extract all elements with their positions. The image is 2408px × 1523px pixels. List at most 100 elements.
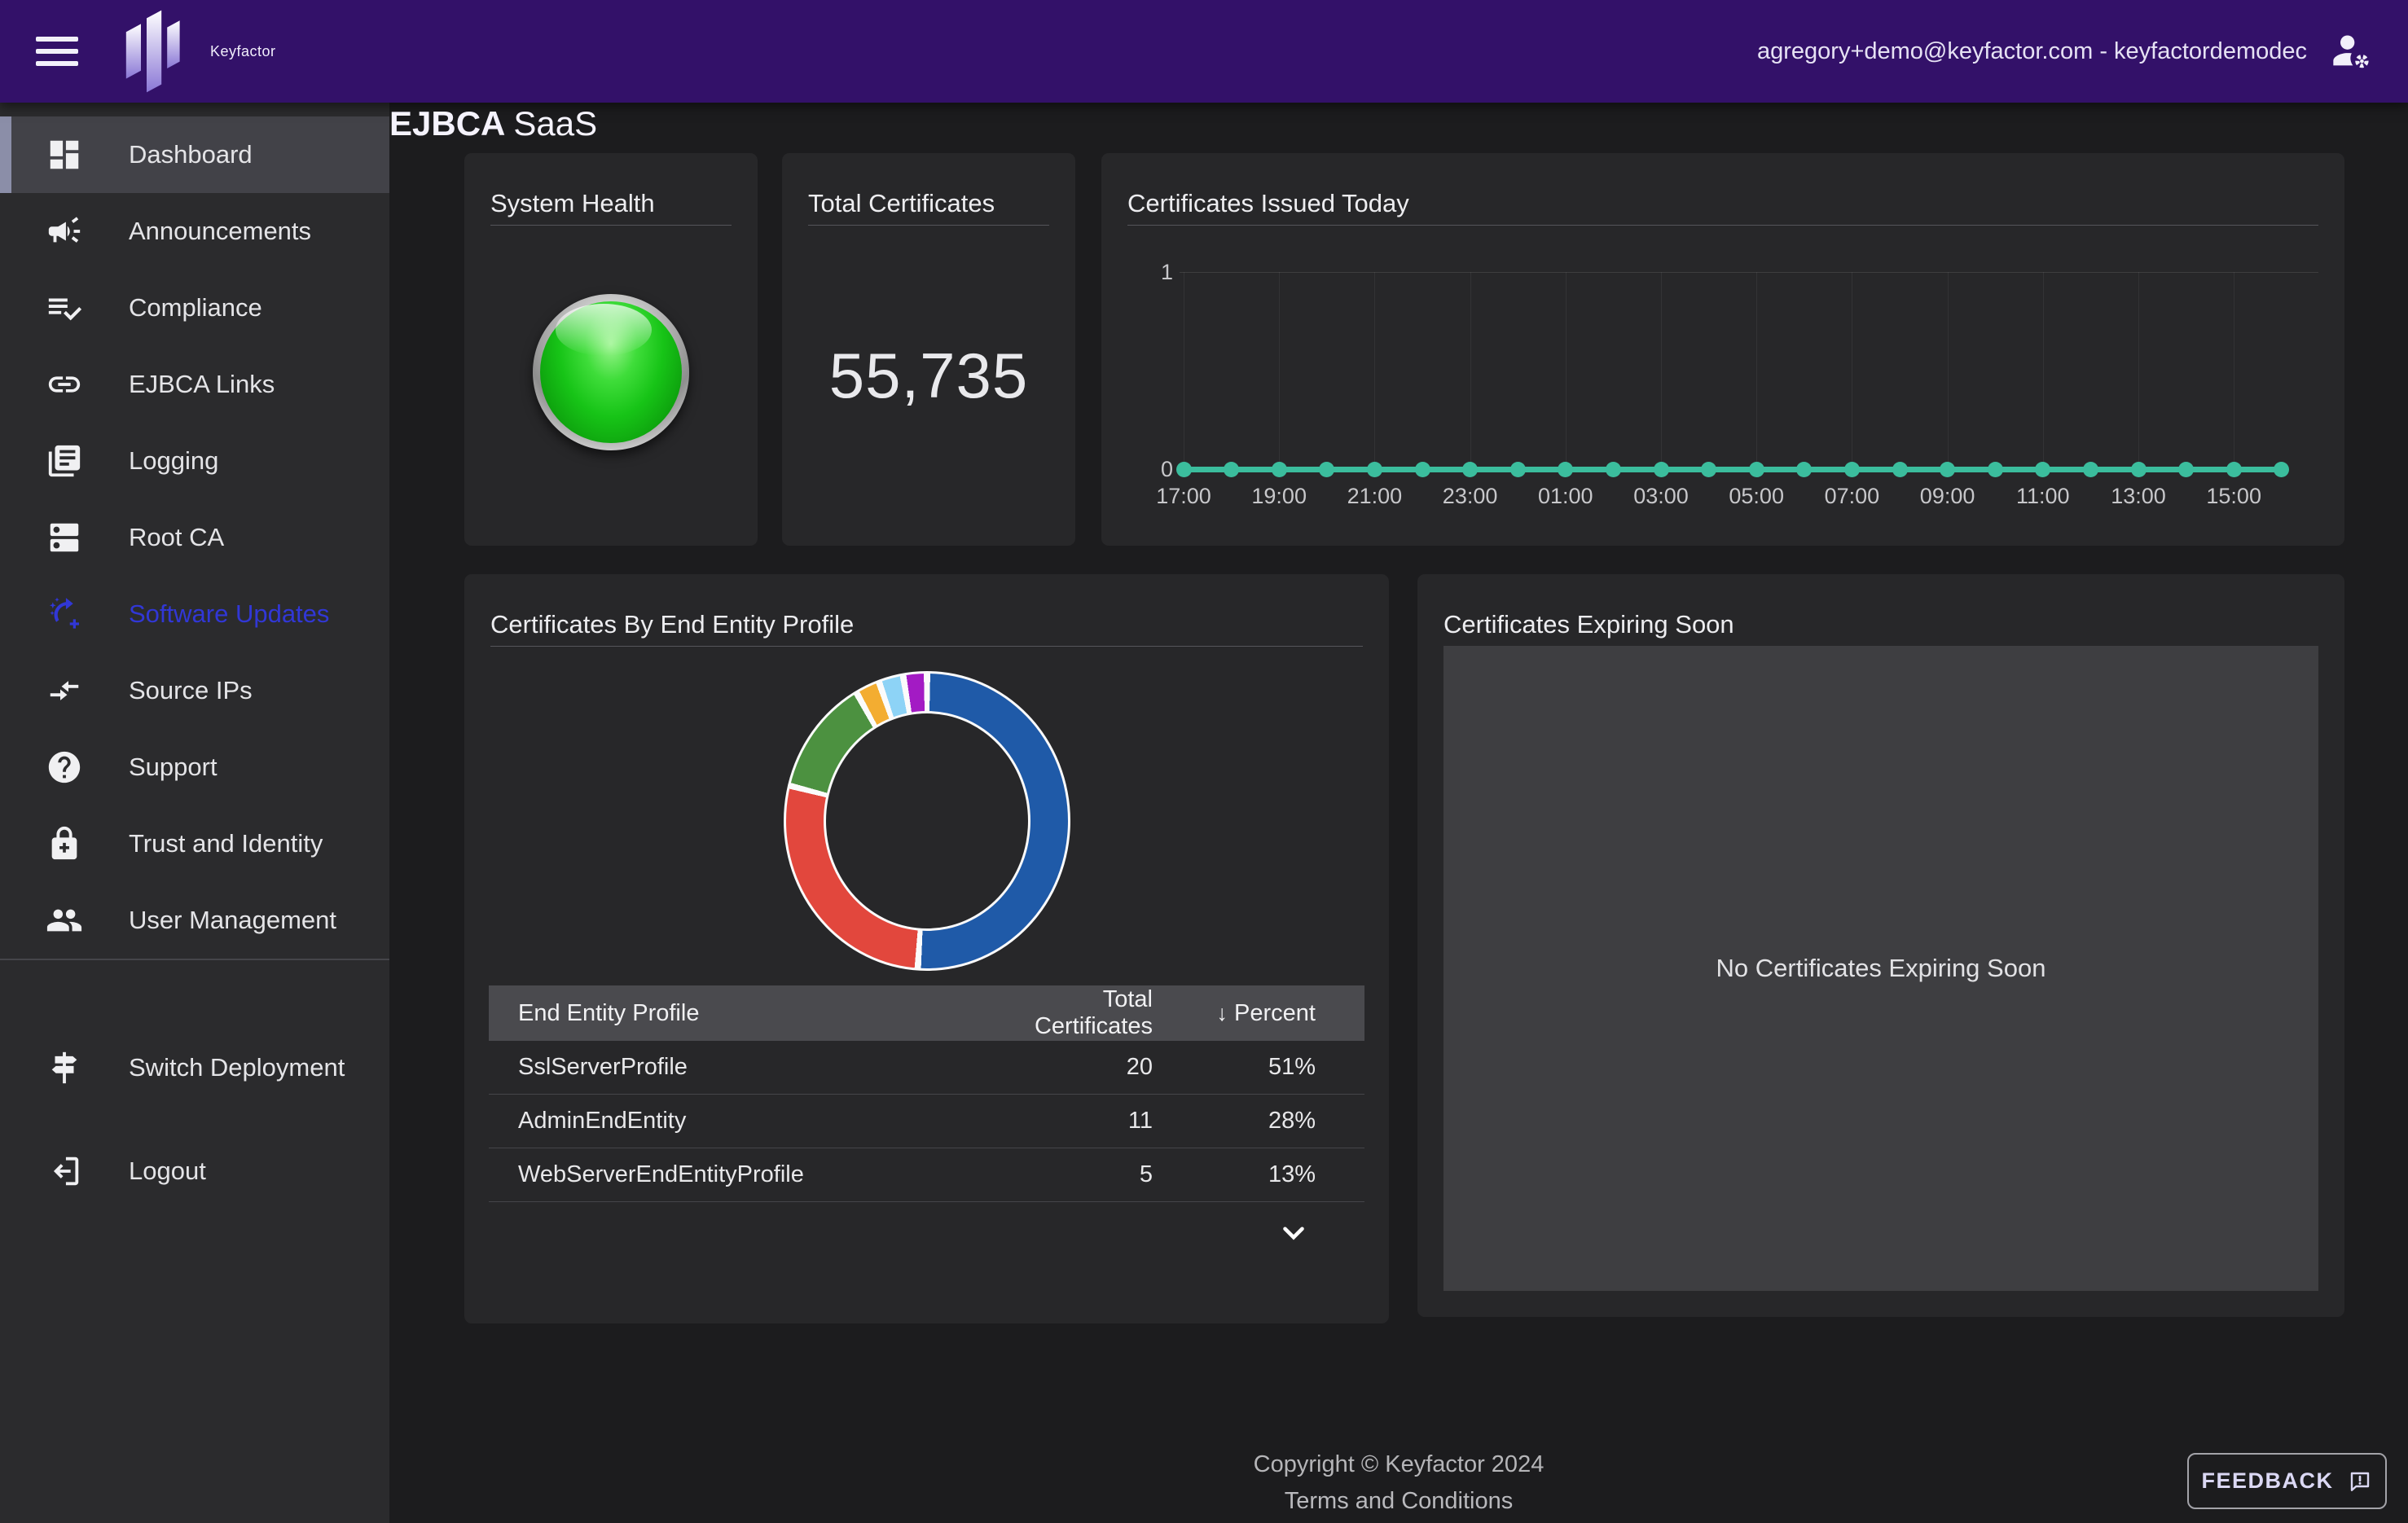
sidebar-item-switch-deployment[interactable]: Switch Deployment [0, 1029, 389, 1106]
x-axis-label: 15:00 [2206, 484, 2261, 509]
feedback-button[interactable]: FEEDBACK [2187, 1453, 2387, 1509]
sidebar-item-label: User Management [129, 906, 336, 935]
sidebar-item-compliance[interactable]: Compliance [0, 270, 389, 346]
software-update-icon [46, 595, 83, 633]
y-axis-label: 0 [1132, 457, 1173, 482]
table-header: End Entity Profile Total Certificates ↓P… [489, 985, 1364, 1041]
x-axis-label: 19:00 [1251, 484, 1307, 509]
cell-profile: SslServerProfile [489, 1054, 990, 1081]
chevron-down-icon [1277, 1216, 1311, 1250]
megaphone-icon [46, 213, 83, 250]
certificates-expiring-soon-card: Certificates Expiring Soon No Certificat… [1417, 574, 2344, 1317]
sidebar-item-ejbca-links[interactable]: EJBCA Links [0, 346, 389, 423]
x-axis-label: 09:00 [1920, 484, 1975, 509]
sidebar-divider [0, 959, 389, 960]
sidebar-item-label: Support [129, 753, 218, 782]
x-axis-label: 03:00 [1633, 484, 1689, 509]
sidebar-item-label: Compliance [129, 293, 262, 323]
sidebar-item-support[interactable]: Support [0, 729, 389, 805]
gridline [2138, 272, 2139, 469]
data-point [2226, 462, 2242, 477]
data-point [1224, 462, 1239, 477]
cell-profile: AdminEndEntity [489, 1108, 990, 1135]
data-point [1176, 462, 1192, 477]
signpost-icon [46, 1049, 83, 1086]
total-certificates-title: Total Certificates [808, 189, 995, 218]
help-icon [46, 748, 83, 786]
data-point [1462, 462, 1478, 477]
sort-desc-icon: ↓ [1217, 1001, 1228, 1025]
certificates-by-profile-title: Certificates By End Entity Profile [490, 610, 854, 639]
sidebar-item-label: EJBCA Links [129, 370, 275, 399]
certificates-issued-today-card: Certificates Issued Today 17:0019:0021:0… [1101, 153, 2344, 546]
account-text: agregory+demo@keyfactor.com - keyfactord… [1757, 38, 2307, 65]
expiring-soon-panel: No Certificates Expiring Soon [1443, 646, 2318, 1291]
gridline [1566, 272, 1567, 469]
sidebar-item-label: Trust and Identity [129, 829, 323, 858]
y-axis-label: 1 [1132, 260, 1173, 285]
sidebar-item-label: Dashboard [129, 140, 253, 169]
sidebar-item-software-updates[interactable]: Software Updates [0, 576, 389, 652]
brand-logo: Keyfactor EJBCASaaS [124, 9, 276, 94]
system-health-card: System Health [464, 153, 758, 546]
gridline-top [1180, 272, 2318, 273]
sidebar-item-user-management[interactable]: User Management [0, 882, 389, 959]
brand-small-text: Keyfactor [210, 43, 276, 60]
table-row[interactable]: AdminEndEntity 11 28% [489, 1095, 1364, 1148]
profile-donut-chart [784, 671, 1070, 971]
sidebar-item-label: Logout [129, 1157, 206, 1186]
cell-percent: 51% [1153, 1054, 1364, 1081]
gridline [1279, 272, 1280, 469]
table-row[interactable]: SslServerProfile 20 51% [489, 1041, 1364, 1095]
data-point [1701, 462, 1716, 477]
cell-total: 20 [990, 1054, 1153, 1081]
main-content: System Health Total Certificates 55,735 … [389, 103, 2408, 1523]
cell-percent: 28% [1153, 1108, 1364, 1135]
sidebar-item-logout[interactable]: Logout [0, 1133, 389, 1209]
total-certificates-card: Total Certificates 55,735 [782, 153, 1075, 546]
sidebar-item-dashboard[interactable]: Dashboard [0, 116, 389, 193]
x-axis-label: 17:00 [1156, 484, 1211, 509]
total-certificates-value: 55,735 [782, 339, 1075, 413]
data-point [1606, 462, 1621, 477]
data-point [1319, 462, 1334, 477]
cell-profile: WebServerEndEntityProfile [489, 1161, 990, 1188]
certificates-expiring-soon-title: Certificates Expiring Soon [1443, 610, 1734, 639]
data-point [1940, 462, 1955, 477]
hamburger-menu-icon[interactable] [36, 37, 78, 66]
footer: Copyright © Keyfactor 2024 Terms and Con… [389, 1451, 2408, 1515]
certificates-by-profile-card: Certificates By End Entity Profile End E… [464, 574, 1389, 1323]
sidebar-item-source-ips[interactable]: Source IPs [0, 652, 389, 729]
gridline [1756, 272, 1757, 469]
checklist-icon [46, 289, 83, 327]
feedback-bubble-icon [2347, 1468, 2373, 1494]
x-axis-label: 07:00 [1825, 484, 1880, 509]
sidebar-item-trust-and-identity[interactable]: Trust and Identity [0, 805, 389, 882]
table-row[interactable]: WebServerEndEntityProfile 5 13% [489, 1148, 1364, 1202]
app-root: Keyfactor EJBCASaaS agregory+demo@keyfac… [0, 0, 2408, 1523]
data-point [1367, 462, 1382, 477]
data-point [2178, 462, 2194, 477]
data-point [2035, 462, 2050, 477]
col-percent-sort[interactable]: ↓Percent [1153, 1000, 1364, 1027]
gridline [1470, 272, 1471, 469]
sidebar-item-label: Switch Deployment [129, 1053, 345, 1082]
col-total-certificates: Total Certificates [990, 986, 1153, 1040]
sidebar-item-label: Announcements [129, 217, 311, 246]
cell-percent: 13% [1153, 1161, 1364, 1188]
topbar: Keyfactor EJBCASaaS agregory+demo@keyfac… [0, 0, 2408, 103]
manage-account-icon[interactable] [2330, 30, 2372, 72]
brand-bold-text: EJBCA [389, 104, 505, 143]
cell-total: 5 [990, 1161, 1153, 1188]
gridline [1374, 272, 1375, 469]
expand-rows-button[interactable] [1277, 1216, 1311, 1250]
sidebar-item-logging[interactable]: Logging [0, 423, 389, 499]
sidebar-item-root-ca[interactable]: Root CA [0, 499, 389, 576]
gridline [2043, 272, 2044, 469]
lock-icon [46, 825, 83, 862]
terms-link[interactable]: Terms and Conditions [389, 1488, 2408, 1515]
data-point [1988, 462, 2003, 477]
link-icon [46, 366, 83, 403]
dashboard-icon [46, 136, 83, 173]
sidebar-item-announcements[interactable]: Announcements [0, 193, 389, 270]
